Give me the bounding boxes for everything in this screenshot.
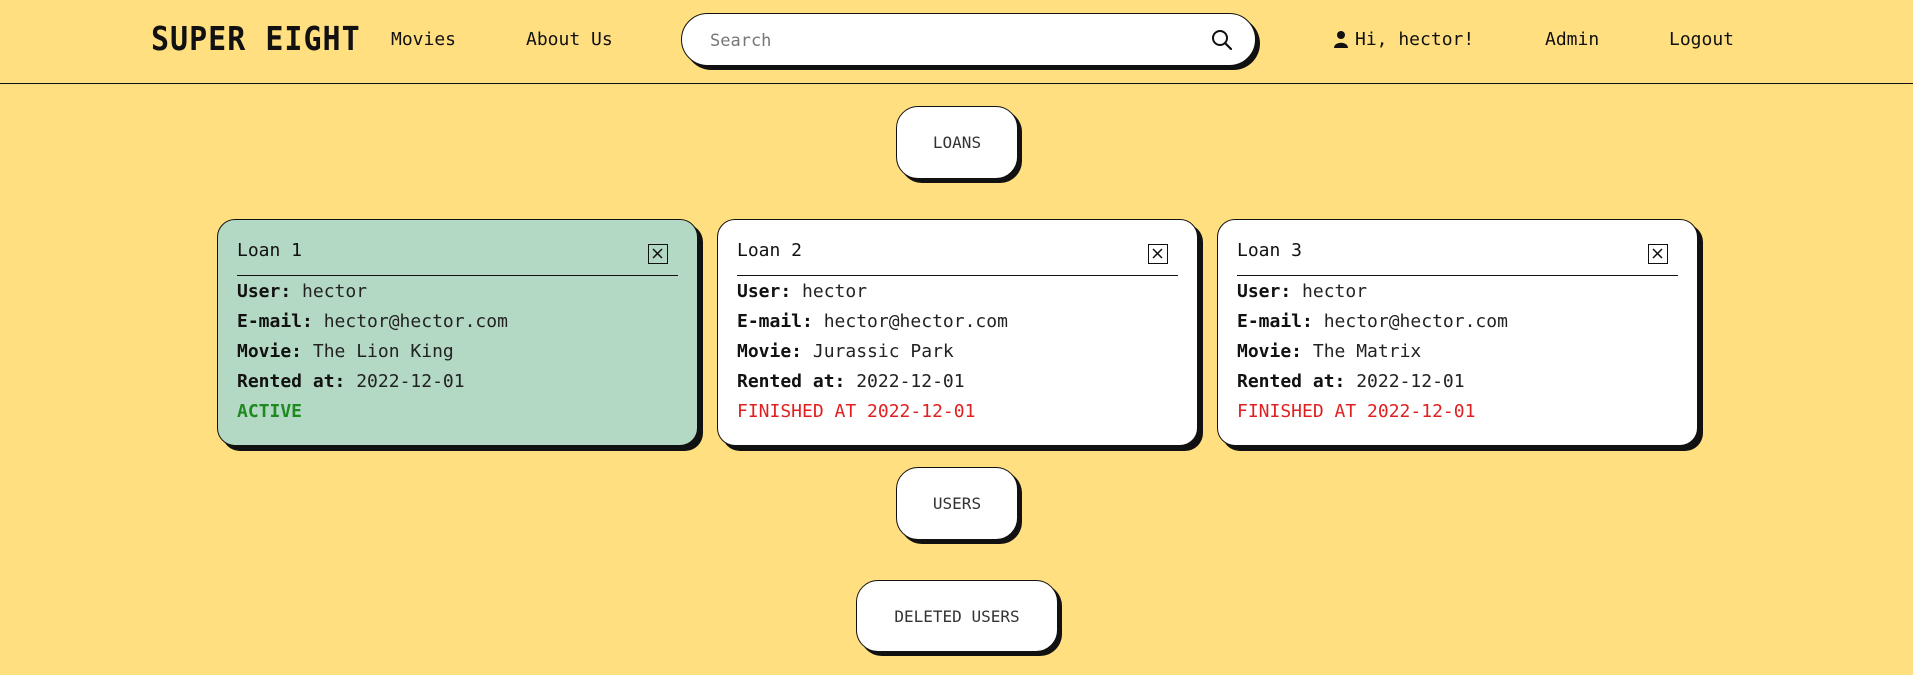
nav-logout-link[interactable]: Logout: [1669, 29, 1734, 50]
close-icon[interactable]: [648, 244, 668, 264]
loan-status: FINISHED AT 2022-12-01: [737, 401, 976, 422]
loan-user: hector: [302, 281, 368, 302]
search-bar: [681, 13, 1256, 66]
loan-email-row: E-mail: hector@hector.com: [737, 311, 1008, 332]
loans-section-button[interactable]: LOANS: [896, 106, 1018, 179]
loan-rented-row: Rented at: 2022-12-01: [237, 371, 465, 392]
loan-movie-row: Movie: The Matrix: [1237, 341, 1422, 362]
user-greeting[interactable]: Hi, hector!: [1333, 29, 1474, 50]
loan-user: hector: [1302, 281, 1368, 302]
nav-admin-link[interactable]: Admin: [1545, 29, 1599, 50]
loan-user-row: User: hector: [1237, 281, 1368, 302]
loan-user: hector: [802, 281, 868, 302]
loan-email: hector@hector.com: [1323, 311, 1508, 332]
users-section-button[interactable]: USERS: [896, 467, 1018, 540]
search-input[interactable]: [708, 27, 1192, 55]
card-divider: [1237, 275, 1678, 276]
close-icon[interactable]: [1648, 244, 1668, 264]
loan-email: hector@hector.com: [823, 311, 1008, 332]
loan-movie-row: Movie: Jurassic Park: [737, 341, 954, 362]
loan-movie: Jurassic Park: [812, 341, 954, 362]
loan-rented-date: 2022-12-01: [856, 371, 965, 392]
loan-card: Loan 3 User: hector E-mail: hector@hecto…: [1217, 219, 1698, 446]
loan-title: Loan 2: [737, 240, 803, 261]
card-divider: [737, 275, 1178, 276]
search-icon[interactable]: [1211, 29, 1233, 51]
loan-rented-date: 2022-12-01: [356, 371, 465, 392]
user-icon: [1334, 31, 1348, 48]
loan-rented-date: 2022-12-01: [1356, 371, 1465, 392]
loan-movie: The Matrix: [1312, 341, 1422, 362]
card-divider: [237, 275, 678, 276]
loan-title: Loan 1: [237, 240, 303, 261]
loan-rented-row: Rented at: 2022-12-01: [1237, 371, 1465, 392]
loan-email-row: E-mail: hector@hector.com: [1237, 311, 1508, 332]
greeting-text: Hi, hector!: [1355, 29, 1475, 50]
loan-movie-row: Movie: The Lion King: [237, 341, 454, 362]
nav-movies-link[interactable]: Movies: [391, 29, 456, 50]
loan-user-row: User: hector: [737, 281, 868, 302]
navbar: SUPER EIGHT Movies About Us Hi, hector! …: [0, 0, 1913, 84]
loan-user-row: User: hector: [237, 281, 368, 302]
loan-rented-row: Rented at: 2022-12-01: [737, 371, 965, 392]
nav-about-link[interactable]: About Us: [526, 29, 613, 50]
loan-status: ACTIVE: [237, 401, 303, 422]
close-icon[interactable]: [1148, 244, 1168, 264]
loan-card: Loan 2 User: hector E-mail: hector@hecto…: [717, 219, 1198, 446]
deleted-users-section-button[interactable]: DELETED USERS: [856, 580, 1058, 652]
loan-status: FINISHED AT 2022-12-01: [1237, 401, 1476, 422]
loan-movie: The Lion King: [312, 341, 454, 362]
loan-card: Loan 1 User: hector E-mail: hector@hecto…: [217, 219, 698, 446]
brand-logo[interactable]: SUPER EIGHT: [151, 20, 361, 59]
loan-email-row: E-mail: hector@hector.com: [237, 311, 508, 332]
loan-title: Loan 3: [1237, 240, 1303, 261]
loan-email: hector@hector.com: [323, 311, 508, 332]
